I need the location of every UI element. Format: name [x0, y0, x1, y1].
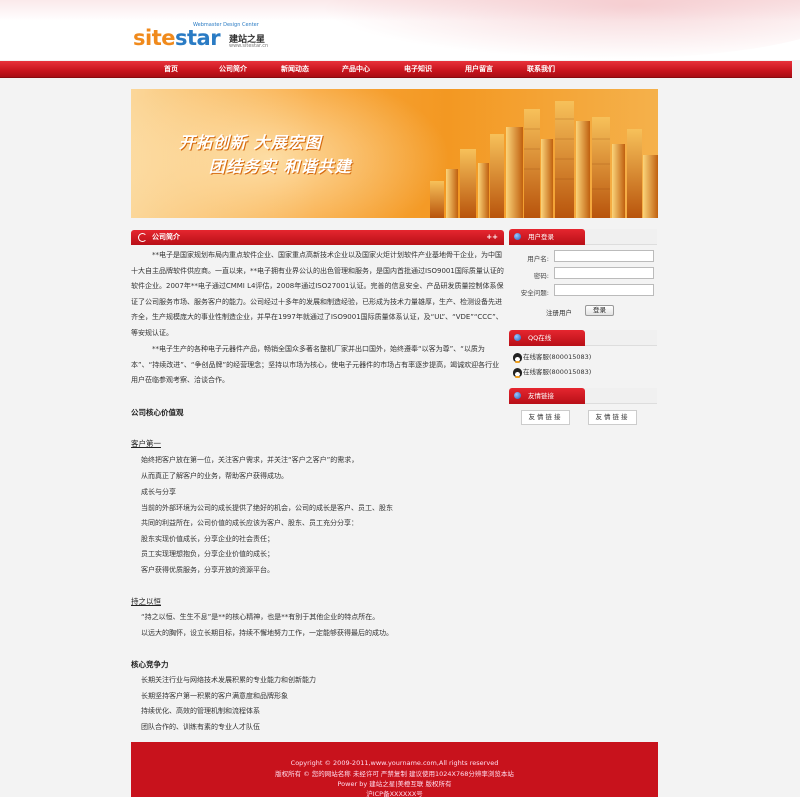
- nav-item-products[interactable]: 产品中心: [342, 61, 370, 78]
- qq-penguin-icon: [513, 367, 522, 378]
- main-nav: 首页 公司简介 新闻动态 产品中心 电子知识 用户留言 联系我们: [0, 61, 792, 78]
- nav-item-home[interactable]: 首页: [164, 61, 178, 78]
- persist-line: “持之以恒、生生不息”是**的核心精神，也是**有别于其他企业的特点所在。: [141, 613, 380, 621]
- customer-heading: 客户第一: [131, 439, 161, 448]
- links-panel: 友情链接 友情链接 友情链接: [509, 388, 657, 434]
- question-label: 安全问题:: [520, 289, 549, 297]
- username-label: 用户名:: [527, 255, 549, 263]
- intro-paragraph-1: **电子是国家规划布局内重点软件企业、国家重点高新技术企业以及国家火炬计划软件产…: [131, 251, 504, 337]
- password-field[interactable]: [554, 267, 654, 279]
- login-tab: 用户登录: [509, 229, 585, 245]
- site-footer: Copyright © 2009-2011,www.yourname.com,A…: [131, 742, 658, 797]
- username-field[interactable]: [554, 250, 654, 262]
- skyline-image: [430, 101, 658, 218]
- friend-link[interactable]: 友情链接: [521, 410, 570, 425]
- customer-line: 成长与分享: [141, 488, 176, 496]
- links-tab: 友情链接: [509, 388, 585, 404]
- nav-item-guestbook[interactable]: 用户留言: [465, 61, 493, 78]
- user-icon: [514, 233, 521, 240]
- persist-line: 以远大的胸怀，设立长期目标，持续不懈地努力工作，一定能够获得最后的成功。: [141, 629, 393, 637]
- qq-penguin-icon: [513, 352, 522, 363]
- customer-line: 客户获得优质服务，分享开放的资源平台。: [141, 566, 274, 574]
- register-link[interactable]: 注册用户: [546, 307, 572, 317]
- footer-power: Power by 建站之星|美橙互联 版权所有: [337, 780, 452, 788]
- customer-line: 股东实现价值成长，分享企业的社会责任；: [141, 535, 274, 543]
- core-line: 长期关注行业与网络技术发展积累的专业能力和创新能力: [141, 676, 316, 684]
- nav-item-news[interactable]: 新闻动态: [281, 61, 309, 78]
- customer-line: 共同的利益所在，公司价值的成长应该为客户、股东、员工充分分享：: [141, 519, 358, 527]
- footer-icp: 沪ICP备XXXXXX号: [366, 790, 423, 797]
- login-title: 用户登录: [528, 233, 554, 241]
- core-line: 持续优化、高效的管理机制和流程体系: [141, 707, 260, 715]
- login-button[interactable]: 登录: [585, 305, 614, 316]
- qq-header: QQ在线: [509, 330, 657, 346]
- nav-item-contact[interactable]: 联系我们: [527, 61, 555, 78]
- footer-copyright: Copyright © 2009-2011,www.yourname.com,A…: [290, 759, 499, 767]
- core-line: 长期坚持客户第一积累的客户满意度和品牌形象: [141, 692, 288, 700]
- login-panel: 用户登录 用户名: 密码: 安全问题: 注册用户 登录: [509, 229, 657, 321]
- qq-service-link[interactable]: 在线客服(800015083): [513, 366, 591, 378]
- qq-tab: QQ在线: [509, 330, 585, 346]
- customer-line: 始终把客户放在第一位，关注客户需求，并关注“客户之客户”的需求，: [141, 456, 359, 464]
- qq-service-link[interactable]: 在线客服(800015083): [513, 351, 591, 363]
- site-header: Webmaster Design Center sitestar 建站之星 ww…: [0, 0, 800, 60]
- banner-slogan-2: 团结务实 和谐共建: [209, 157, 352, 176]
- friend-link[interactable]: 友情链接: [588, 410, 637, 425]
- customer-line: 员工实现理想抱负，分享企业价值的成长；: [141, 550, 274, 558]
- about-section: 公司简介 ++: [131, 230, 504, 245]
- qq-panel: QQ在线 在线客服(800015083) 在线客服(800015083): [509, 330, 657, 380]
- about-header: 公司简介 ++: [131, 230, 504, 245]
- qq-icon: [514, 334, 521, 341]
- logo-url: www.sitestar.cn: [229, 43, 269, 49]
- core-heading: 核心竞争力: [131, 660, 169, 669]
- links-header: 友情链接: [509, 388, 657, 404]
- header-decoration: [320, 0, 800, 60]
- login-header: 用户登录: [509, 229, 657, 245]
- banner: 开拓创新 大展宏图 团结务实 和谐共建: [131, 89, 658, 218]
- persist-heading: 持之以恒: [131, 597, 161, 606]
- more-link[interactable]: ++: [486, 230, 498, 245]
- footer-notice: 版权所有 © 您的网站名称 未经许可 严禁复制 建议使用1024X768分辨率浏…: [275, 770, 514, 778]
- question-field[interactable]: [554, 284, 654, 296]
- nav-item-knowledge[interactable]: 电子知识: [404, 61, 432, 78]
- section-icon: [138, 233, 147, 242]
- values-heading: 公司核心价值观: [131, 408, 184, 417]
- about-title: 公司简介: [152, 233, 180, 241]
- logo-wordmark: sitestar: [133, 26, 221, 50]
- nav-item-about[interactable]: 公司简介: [219, 61, 247, 78]
- intro-paragraph-2: **电子生产的各种电子元器件产品，畅销全国众多著名整机厂家并出口国外，始终遵奉“…: [131, 345, 500, 385]
- link-icon: [514, 392, 521, 399]
- qq-title: QQ在线: [528, 334, 552, 342]
- password-label: 密码:: [533, 272, 549, 280]
- core-line: 团队合作的、训练有素的专业人才队伍: [141, 723, 260, 731]
- customer-line: 当前的外部环境为公司的成长提供了绝好的机会，公司的成长是客户、员工、股东: [141, 504, 393, 512]
- customer-line: 从而真正了解客户的业务，帮助客户获得成功。: [141, 472, 288, 480]
- banner-slogan-1: 开拓创新 大展宏图: [179, 133, 322, 152]
- links-title: 友情链接: [528, 392, 554, 400]
